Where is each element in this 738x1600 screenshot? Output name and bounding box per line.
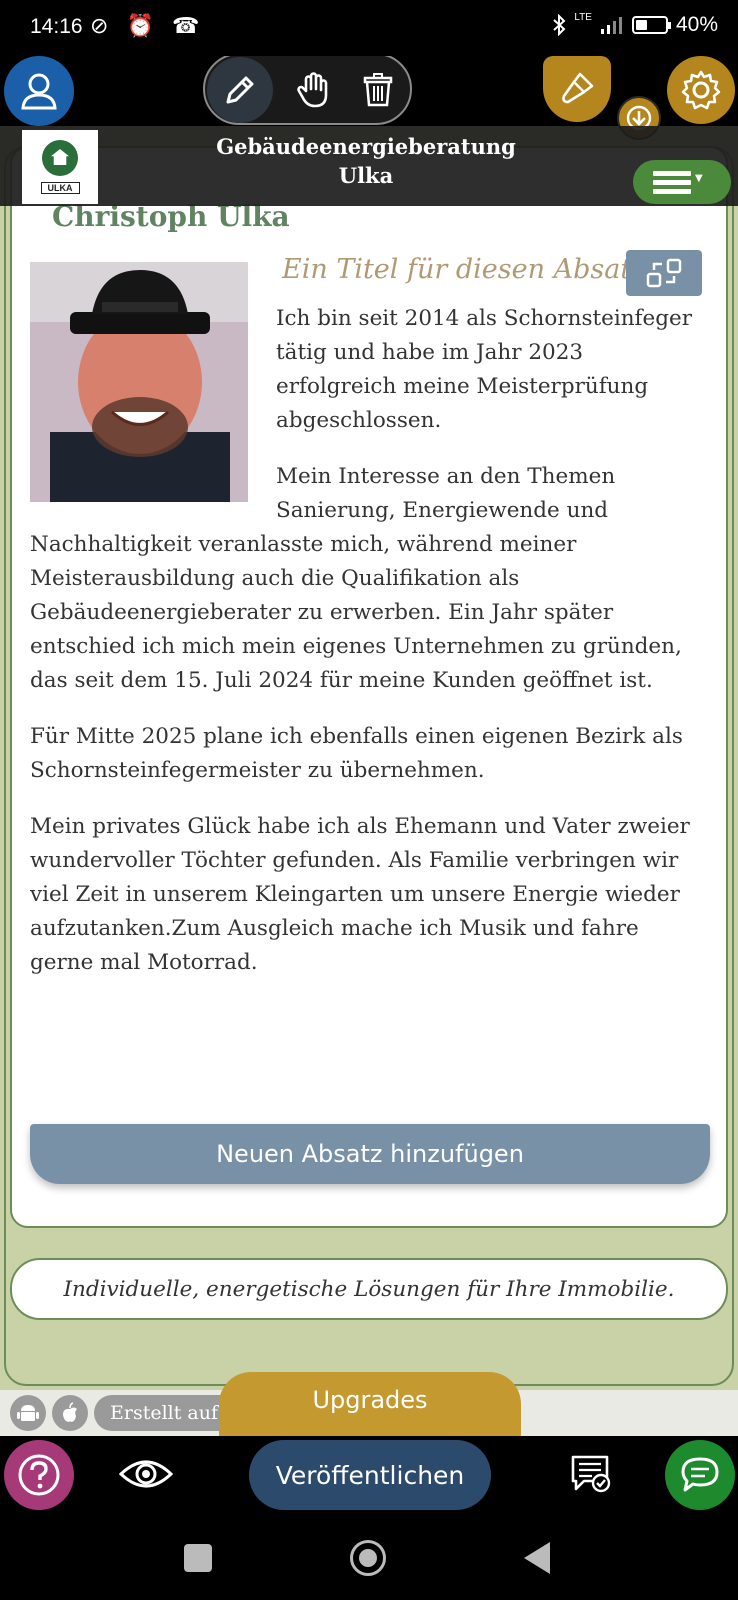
content-card: Christoph Ulka Ein Titel für diesen Absa… — [10, 146, 728, 1228]
main-menu-button[interactable]: ▼ — [633, 160, 731, 204]
text-line: Ich bin seit 2014 als Schornsteinfeger — [276, 306, 693, 331]
text-line: erfolgreich meine Meisterprüfung — [276, 374, 649, 399]
site-logo[interactable]: ULKA — [22, 130, 98, 204]
text-line: gerne mal Motorrad. — [30, 950, 258, 975]
android-icon — [17, 1405, 39, 1421]
site-title-line: Gebäudeenergieberatung — [216, 134, 516, 159]
logo-text: ULKA — [40, 182, 80, 194]
gear-icon — [681, 70, 721, 110]
settings-button[interactable] — [667, 56, 735, 124]
delete-mode-button[interactable] — [345, 57, 411, 123]
design-button[interactable] — [543, 56, 611, 122]
user-icon — [21, 73, 57, 110]
chevron-down-icon: ▼ — [695, 172, 703, 184]
network-type: LTE — [574, 11, 592, 23]
site-header: ULKA Gebäudeenergieberatung Ulka — [0, 126, 738, 206]
app-viewport: Christoph Ulka Ein Titel für diesen Absa… — [0, 56, 738, 1436]
paragraph-3[interactable]: Für Mitte 2025 plane ich ebenfalls einen… — [30, 720, 720, 788]
hand-icon — [297, 72, 328, 108]
paragraph-1[interactable]: Ich bin seit 2014 als Schornsteinfeger t… — [276, 302, 716, 438]
brush-icon — [562, 72, 594, 104]
trash-icon — [363, 73, 393, 107]
house-logo-icon — [42, 140, 78, 176]
chat-icon — [681, 1457, 719, 1492]
site-title[interactable]: Gebäudeenergieberatung Ulka — [170, 132, 562, 190]
edit-mode-button[interactable] — [207, 57, 273, 123]
text-line: aufzutanken.Zum Ausgleich mache ich Musi… — [30, 916, 639, 941]
bluetooth-icon — [553, 14, 566, 36]
text-line: Nachhaltigkeit veranlasste mich, während… — [30, 532, 577, 557]
text-line: Mein Interesse an den Themen — [276, 464, 616, 489]
checked-message-icon — [571, 1455, 611, 1493]
system-icons: LTE 40% — [552, 11, 718, 37]
text-line: viel Zeit in unserem Kleingarten um unse… — [30, 882, 680, 907]
swap-layout-button[interactable] — [626, 250, 702, 296]
publish-button[interactable]: Veröffentlichen — [249, 1440, 491, 1510]
question-icon — [18, 1454, 60, 1496]
add-paragraph-button[interactable]: Neuen Absatz hinzufügen — [30, 1124, 710, 1184]
android-app-button[interactable] — [10, 1395, 46, 1431]
hamburger-icon — [653, 167, 691, 198]
paragraph-4[interactable]: Mein privates Glück habe ich als Ehemann… — [30, 810, 720, 980]
text-line: Meisterausbildung auch die Qualifikation… — [30, 566, 520, 591]
text-line: abgeschlossen. — [276, 408, 442, 433]
notification-icons: ⊘ ⏰ ☎ — [90, 13, 206, 38]
site-title-line: Ulka — [338, 163, 394, 188]
preview-button[interactable] — [116, 1446, 176, 1502]
home-button[interactable] — [350, 1540, 386, 1576]
paragraph-title[interactable]: Ein Titel für diesen Absatz — [282, 254, 645, 285]
user-account-button[interactable] — [4, 56, 74, 126]
upgrades-button[interactable]: Upgrades — [219, 1372, 521, 1436]
eye-icon — [118, 1460, 174, 1488]
text-line: Schornsteinfegermeister zu übernehmen. — [30, 758, 485, 783]
clock: 14:16 — [30, 15, 83, 38]
paragraph-2[interactable]: Nachhaltigkeit veranlasste mich, während… — [30, 528, 720, 698]
apple-app-button[interactable] — [52, 1395, 88, 1431]
pencil-icon — [226, 76, 254, 104]
battery-percent: 40% — [675, 13, 718, 36]
swap-icon — [646, 258, 682, 288]
text-line: Sanierung, Energiewende und — [276, 498, 609, 523]
text-line: Mein privates Glück habe ich als Ehemann… — [30, 814, 690, 839]
move-mode-button[interactable] — [281, 57, 347, 123]
help-button[interactable] — [4, 1440, 74, 1510]
status-bar: 14:16 ⊘ ⏰ ☎ LTE 40% — [0, 0, 738, 56]
recent-apps-button[interactable] — [184, 1544, 212, 1572]
profile-photo[interactable] — [30, 262, 248, 502]
apple-icon — [63, 1402, 77, 1422]
signal-icon — [600, 17, 622, 34]
bottom-action-bar: Veröffentlichen — [0, 1436, 738, 1514]
chat-button[interactable] — [665, 1440, 735, 1510]
text-line: wundervoller Töchter gefunden. Als Famil… — [30, 848, 679, 873]
text-line: entschied ich mich mein eigenes Unterneh… — [30, 634, 682, 659]
system-nav-bar — [0, 1514, 738, 1600]
text-line: das seit dem 15. Juli 2024 für meine Kun… — [30, 668, 653, 693]
slogan-banner[interactable]: Individuelle, energetische Lösungen für … — [10, 1258, 728, 1320]
battery-icon — [631, 16, 671, 34]
text-line: tätig und habe im Jahr 2023 — [276, 340, 584, 365]
text-line: Für Mitte 2025 plane ich ebenfalls einen… — [30, 724, 683, 749]
back-button[interactable] — [524, 1542, 550, 1574]
paragraph-2-start[interactable]: Mein Interesse an den Themen Sanierung, … — [276, 460, 716, 528]
text-line: Gebäudeenergieberater zu erwerben. Ein J… — [30, 600, 614, 625]
review-button[interactable] — [566, 1448, 616, 1500]
